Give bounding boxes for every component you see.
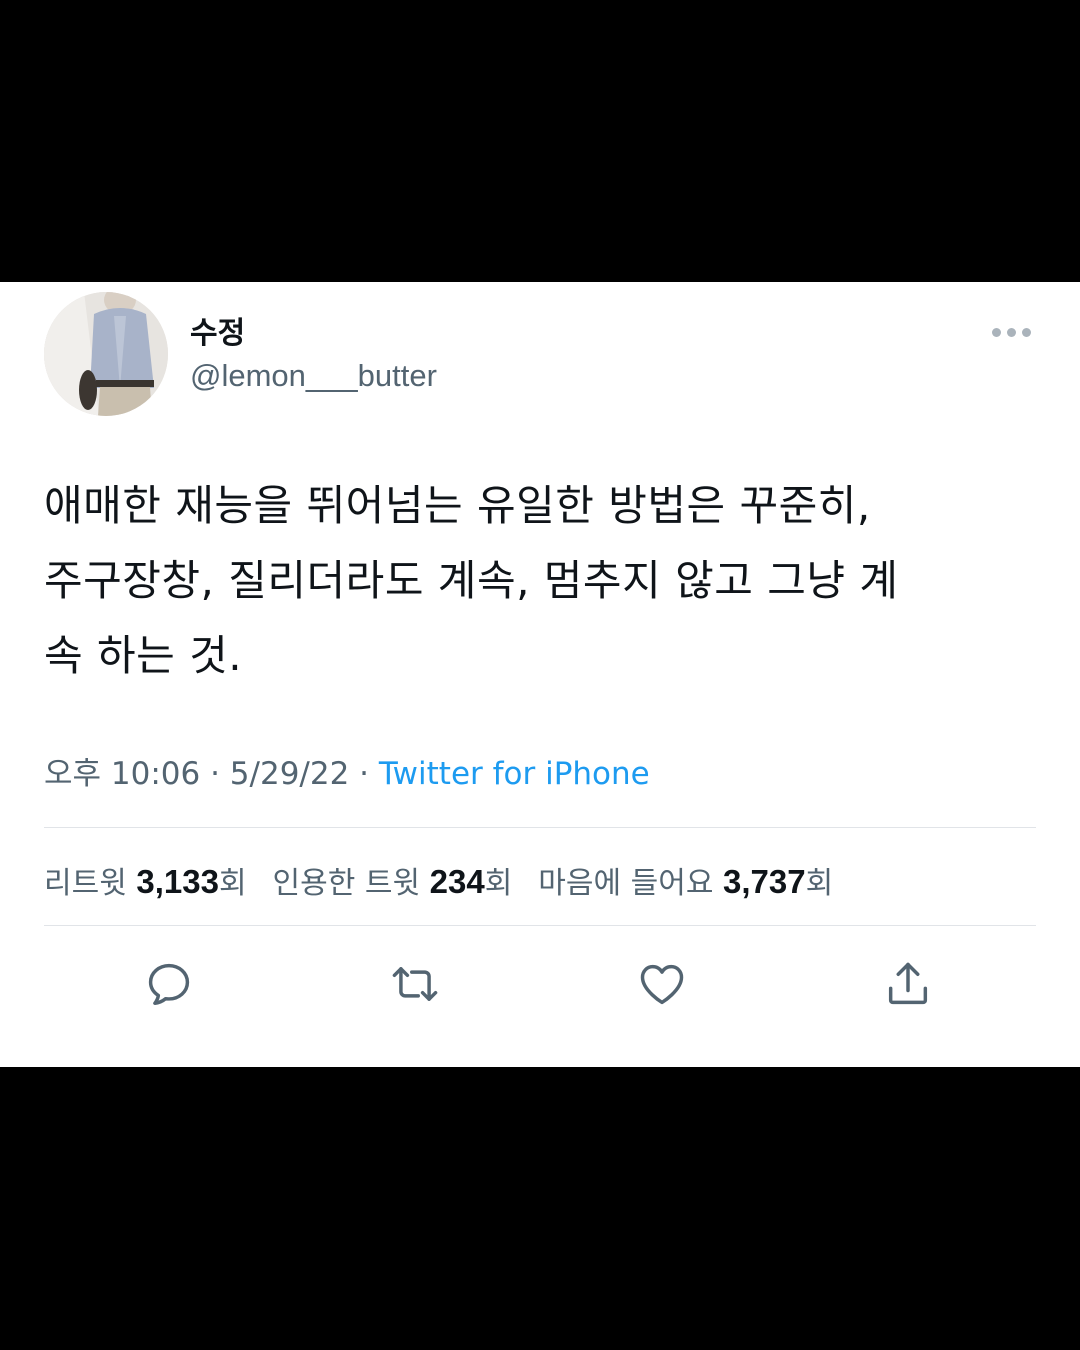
stat-count: 3,133 [136, 863, 219, 900]
tweet-source-link[interactable]: Twitter for iPhone [379, 756, 650, 792]
reply-icon [148, 963, 190, 1006]
tweet-card: 수정 @lemon___butter 애매한 재능을 뛰어넘는 유일한 방법은 … [0, 282, 1080, 1067]
retweet-stat[interactable]: 리트윗 3,133회 [44, 858, 247, 902]
meta-separator: · [349, 756, 379, 792]
tweet-text-line: 애매한 재능을 뛰어넘는 유일한 방법은 꾸준히, [44, 481, 871, 530]
retweet-button[interactable] [385, 954, 445, 1014]
retweet-icon [392, 967, 438, 1001]
meta-separator: · [200, 756, 230, 792]
stat-unit: 회 [805, 866, 834, 901]
like-stat[interactable]: 마음에 들어요 3,737회 [538, 858, 833, 902]
share-icon [888, 962, 928, 1005]
display-name[interactable]: 수정 [190, 308, 245, 352]
tweet-date[interactable]: 5/29/22 [230, 756, 350, 792]
like-button[interactable] [632, 954, 692, 1014]
avatar[interactable] [44, 292, 168, 416]
stat-label: 인용한 트윗 [272, 866, 430, 901]
avatar-image [44, 292, 168, 416]
stat-label: 리트윗 [44, 866, 137, 901]
divider [44, 827, 1036, 828]
reply-button[interactable] [139, 954, 199, 1014]
tweet-stats: 리트윗 3,133회 인용한 트윗 234회 마음에 들어요 3,737회 [44, 858, 833, 902]
stat-count: 3,737 [722, 863, 806, 900]
stat-label: 마음에 들어요 [538, 866, 723, 901]
tweet-text: 애매한 재능을 뛰어넘는 유일한 방법은 꾸준히, 주구장창, 질리더라도 계속… [44, 468, 1034, 693]
tweet-text-line: 속 하는 것. [44, 631, 243, 680]
user-handle[interactable]: @lemon___butter [190, 358, 437, 394]
stat-unit: 회 [484, 866, 513, 901]
tweet-meta: 오후 10:06 · 5/29/22 · Twitter for iPhone [44, 748, 650, 793]
heart-icon [640, 964, 684, 1005]
stat-count: 234 [429, 863, 485, 900]
stat-unit: 회 [218, 866, 247, 901]
action-bar [0, 954, 1080, 1014]
tweet-text-line: 주구장창, 질리더라도 계속, 멈추지 않고 그냥 계 [44, 556, 899, 605]
quote-stat[interactable]: 인용한 트윗 234회 [273, 858, 513, 902]
more-horizontal-icon[interactable] [988, 322, 1034, 342]
divider [44, 925, 1036, 926]
tweet-time[interactable]: 오후 10:06 [44, 756, 200, 792]
share-button[interactable] [878, 954, 938, 1014]
